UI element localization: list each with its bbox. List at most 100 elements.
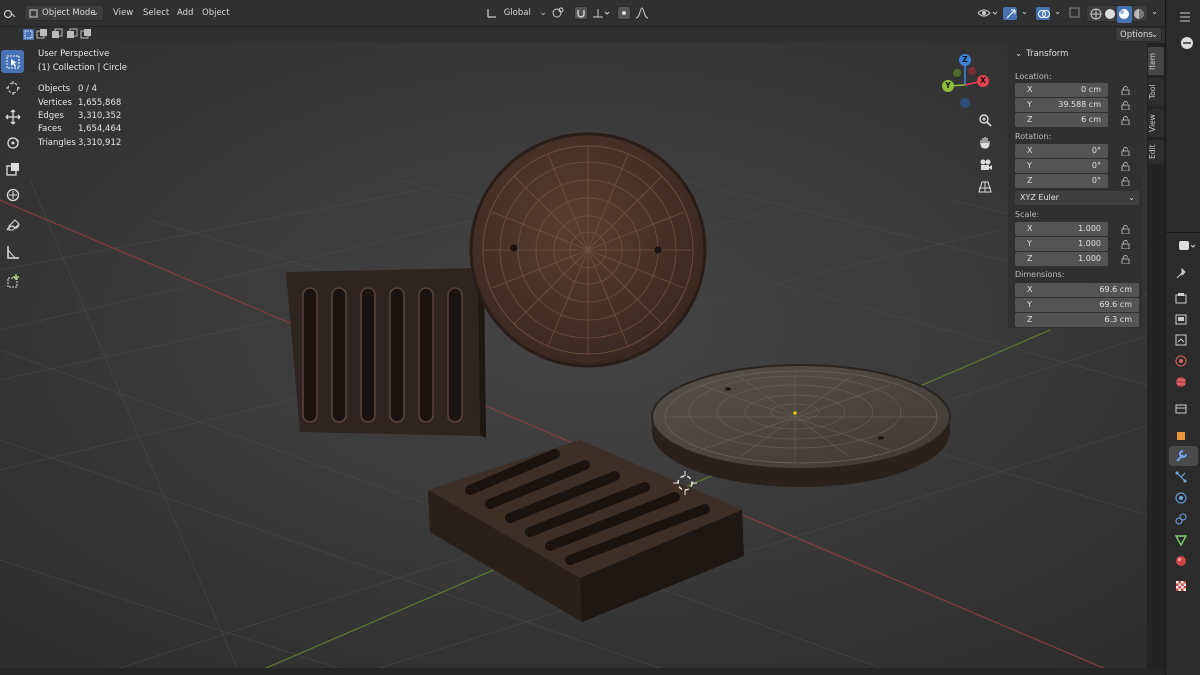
overlays-toggle[interactable] bbox=[1035, 6, 1051, 21]
options-dropdown[interactable]: Options ⌄ bbox=[1115, 27, 1162, 42]
lock-icon[interactable] bbox=[1121, 240, 1130, 249]
rotation-mode-label: XYZ Euler bbox=[1020, 193, 1059, 202]
scale-z-field[interactable]: Z 1.000 bbox=[1015, 252, 1108, 266]
minus-icon[interactable] bbox=[1180, 36, 1194, 53]
transform-section-header[interactable]: ⌄ Transform bbox=[1015, 49, 1068, 59]
object-data-icon[interactable] bbox=[1174, 533, 1188, 547]
move-tool[interactable] bbox=[1, 105, 24, 128]
mode-dropdown[interactable]: Object Mode ⌄ bbox=[24, 5, 104, 21]
tab-tool[interactable]: Tool bbox=[1148, 78, 1164, 106]
lock-icon[interactable] bbox=[1121, 162, 1130, 171]
output-properties-icon[interactable] bbox=[1174, 312, 1188, 326]
vertical-manhole-object[interactable] bbox=[469, 132, 707, 368]
gizmo-z-axis[interactable]: Z bbox=[959, 54, 971, 66]
menu-add[interactable]: Add bbox=[177, 6, 193, 21]
xray-toggle-icon[interactable] bbox=[1069, 6, 1081, 21]
transform-tool[interactable] bbox=[1, 183, 24, 206]
object-properties-icon[interactable] bbox=[1174, 429, 1188, 443]
tool-settings-icon[interactable] bbox=[1174, 266, 1188, 280]
select-box-tool[interactable] bbox=[1, 50, 24, 73]
location-z-field[interactable]: Z6 cm bbox=[1015, 113, 1108, 127]
wireframe-shading-icon[interactable] bbox=[1090, 8, 1102, 20]
menu-object[interactable]: Object bbox=[202, 6, 230, 21]
flat-manhole-object[interactable] bbox=[651, 364, 951, 487]
transform-orientation-dropdown[interactable]: Global ⌄ bbox=[486, 6, 547, 21]
render-properties-icon[interactable] bbox=[1174, 291, 1188, 305]
pan-hand-icon[interactable] bbox=[975, 132, 995, 152]
dimensions-y-field[interactable]: Y 69.6 cm bbox=[1015, 298, 1139, 312]
material-shading-icon[interactable] bbox=[1119, 9, 1129, 19]
world-properties-icon[interactable] bbox=[1174, 375, 1188, 389]
pivot-point-icon[interactable] bbox=[550, 6, 570, 21]
dimensions-z-field[interactable]: Z 6.3 cm bbox=[1015, 313, 1139, 327]
select-extend-icon[interactable] bbox=[36, 29, 47, 39]
select-new-icon[interactable] bbox=[23, 29, 34, 40]
constraints-icon[interactable] bbox=[1174, 512, 1188, 526]
scale-y-field[interactable]: Y 1.000 bbox=[1015, 237, 1108, 251]
rotation-y-field[interactable]: Y 0° bbox=[1015, 159, 1108, 173]
lock-icon[interactable] bbox=[1121, 225, 1130, 234]
select-invert-icon[interactable] bbox=[67, 28, 78, 38]
location-x-field[interactable]: X0 cm bbox=[1015, 83, 1108, 97]
tab-edit[interactable]: Edit bbox=[1148, 140, 1164, 164]
zoom-icon[interactable] bbox=[975, 110, 995, 130]
tab-view[interactable]: View bbox=[1148, 109, 1164, 137]
annotate-tool[interactable] bbox=[1, 214, 24, 237]
cursor-tool[interactable] bbox=[1, 76, 24, 99]
lock-icon[interactable] bbox=[1121, 101, 1130, 110]
3d-viewport[interactable]: Z X Y bbox=[0, 43, 1165, 668]
add-cube-tool[interactable] bbox=[1, 269, 24, 292]
outliner-menu-icon[interactable] bbox=[1178, 10, 1192, 24]
material-properties-icon[interactable] bbox=[1174, 554, 1188, 568]
visibility-icon[interactable] bbox=[976, 6, 998, 21]
tab-item[interactable]: Item bbox=[1148, 47, 1164, 75]
location-y-field[interactable]: Y 39.588 cm bbox=[1015, 98, 1108, 112]
rotation-x-field[interactable]: X 0° bbox=[1015, 144, 1108, 158]
camera-view-icon[interactable] bbox=[975, 155, 995, 175]
rotation-mode-dropdown[interactable]: XYZ Euler ⌄ bbox=[1015, 191, 1139, 205]
menu-view[interactable]: View bbox=[113, 6, 133, 21]
select-intersect-icon[interactable] bbox=[80, 29, 91, 39]
perspective-toggle-icon[interactable] bbox=[975, 177, 995, 197]
snap-toggle[interactable] bbox=[574, 6, 588, 20]
rotate-tool[interactable] bbox=[1, 131, 24, 154]
gizmo-toggle[interactable] bbox=[1002, 6, 1018, 21]
scale-tool[interactable] bbox=[1, 157, 24, 180]
scale-x-field[interactable]: X 1.000 bbox=[1015, 222, 1108, 236]
rendered-shading-icon[interactable] bbox=[1134, 9, 1144, 19]
lock-icon[interactable] bbox=[1121, 86, 1130, 95]
lock-icon[interactable] bbox=[1121, 116, 1130, 125]
view-layer-icon[interactable] bbox=[1174, 333, 1188, 347]
overlays-icon bbox=[1038, 10, 1050, 18]
particles-icon[interactable] bbox=[1174, 470, 1188, 484]
menu-select[interactable]: Select bbox=[143, 6, 169, 21]
chevron-down-icon: ⌄ bbox=[1150, 30, 1158, 40]
proportional-edit-toggle[interactable] bbox=[617, 6, 631, 20]
physics-icon[interactable] bbox=[1174, 491, 1188, 505]
chevron-down-icon[interactable]: ⌄ bbox=[1054, 5, 1061, 20]
solid-shading-icon[interactable] bbox=[1105, 9, 1115, 19]
modifier-wrench-icon[interactable] bbox=[1174, 449, 1188, 463]
editor-type-icon[interactable] bbox=[2, 6, 18, 21]
chevron-down-icon[interactable]: ⌄ bbox=[1151, 5, 1158, 20]
lock-icon[interactable] bbox=[1121, 147, 1130, 156]
scene-properties-icon[interactable] bbox=[1174, 354, 1188, 368]
falloff-icon[interactable] bbox=[634, 6, 650, 21]
lock-icon[interactable] bbox=[1121, 177, 1130, 186]
rotation-z-field[interactable]: Z 0° bbox=[1015, 174, 1108, 188]
measure-tool[interactable] bbox=[1, 240, 24, 263]
status-bar bbox=[0, 668, 1165, 675]
gizmo-x-axis[interactable]: X bbox=[977, 75, 989, 87]
gizmo-y-axis[interactable]: Y bbox=[942, 80, 954, 92]
dimensions-x-field[interactable]: X 69.6 cm bbox=[1015, 283, 1139, 297]
lock-icon[interactable] bbox=[1121, 255, 1130, 264]
navigation-gizmo[interactable]: Z X Y bbox=[935, 48, 995, 113]
texture-properties-icon[interactable] bbox=[1174, 579, 1188, 593]
chevron-down-icon[interactable]: ⌄ bbox=[1021, 5, 1028, 20]
vertical-grate-object[interactable] bbox=[286, 268, 486, 438]
select-subtract-icon[interactable] bbox=[52, 28, 63, 38]
collection-properties-icon[interactable] bbox=[1174, 402, 1188, 416]
mode-label: Object Mode bbox=[42, 8, 96, 18]
editor-type-icon[interactable] bbox=[1178, 240, 1196, 255]
snap-target-icon[interactable] bbox=[591, 6, 611, 21]
